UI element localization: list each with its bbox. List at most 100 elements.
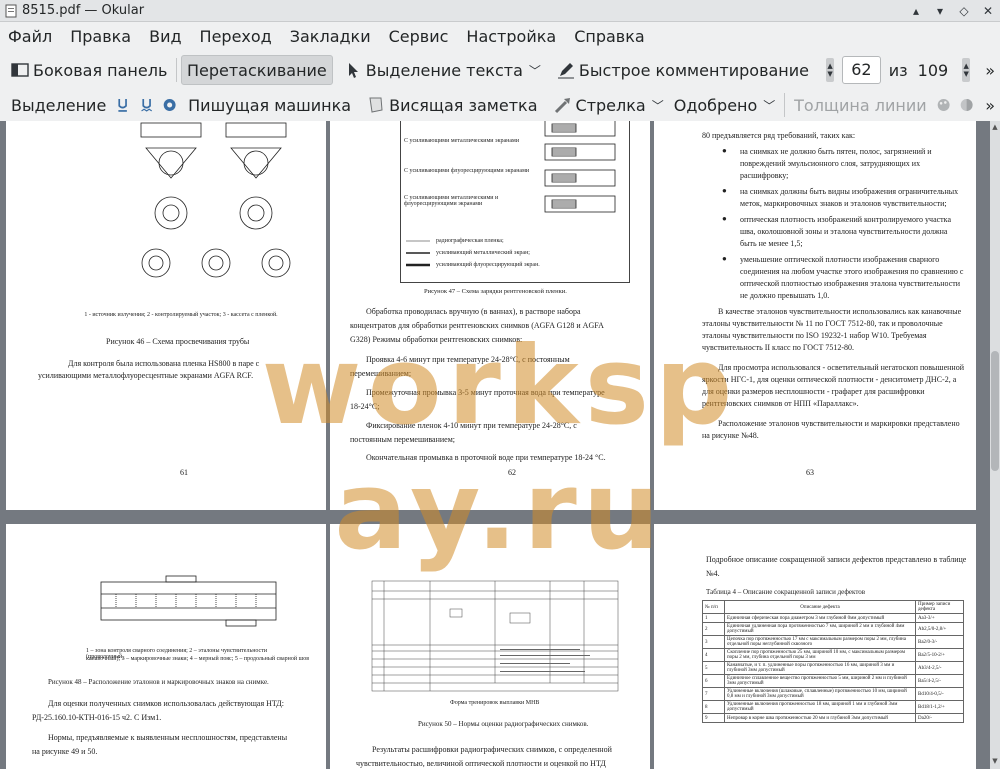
cursor-icon <box>348 63 358 78</box>
bullet-dot: ● <box>722 254 727 263</box>
bullet-dot: ● <box>722 186 727 195</box>
paragraph-line: Окончательная промывка в проточной воде … <box>366 453 606 462</box>
chevron-down-icon[interactable]: ﹀ <box>529 62 541 79</box>
paragraph-line: уменьшение оптической плотности изображе… <box>740 255 940 264</box>
sidebar-button-label: Боковая панель <box>33 60 168 80</box>
table-cell: 9 <box>702 713 725 723</box>
table-cell: Аа3-3/+ <box>915 613 964 623</box>
document-viewport[interactable]: 1 - источник излучения; 2 - контролируем… <box>0 121 1000 769</box>
table-cell: Цепочка пор протяженностью 17 мм с макси… <box>724 635 916 649</box>
quick-annotate-button[interactable]: Быстрое комментирование <box>552 55 814 85</box>
menu-edit[interactable]: Правка <box>64 27 137 46</box>
legend-film: радиографическая пленка; <box>436 238 504 244</box>
scroll-down-arrow-icon[interactable]: ▼ <box>991 757 999 767</box>
arrow-tool[interactable]: Стрелка ﹀ <box>549 90 669 120</box>
paragraph-line: рентгеновских снимков от НПП «Параллакс»… <box>702 399 859 408</box>
paragraph-line: Для контроля была использована пленка HS… <box>68 359 260 368</box>
line-width-control[interactable]: Толщина линии <box>789 90 932 120</box>
paragraph-line: не должно превышать 1,0. <box>740 291 830 300</box>
paragraph-line: 18-24°C; <box>350 402 380 411</box>
paragraph-line: меток, маркировочных знаков и эталонов ч… <box>740 199 947 208</box>
paragraph-line: Для просмотра использовался - осветитель… <box>718 363 964 372</box>
page-prev-spinner[interactable]: ▲ ▼ <box>826 58 835 82</box>
maximize-button[interactable]: ◇ <box>952 0 976 22</box>
more-tools-icon[interactable]: » <box>980 90 1000 120</box>
table-row: 9 Непровар в корне шва протяженностью 20 … <box>702 713 964 723</box>
menu-view[interactable]: Вид <box>143 27 187 46</box>
table-cell: 1 <box>702 613 725 623</box>
more-tools-icon[interactable]: » <box>980 55 1000 85</box>
paragraph-line: на снимках не должно быть пятен, полос, … <box>740 147 932 156</box>
menu-bookmarks[interactable]: Закладки <box>284 27 377 46</box>
text-select-label: Выделение текста <box>365 60 523 80</box>
figure-47-caption: Рисунок 47 – Схема зарядки рентгеновской… <box>424 288 567 295</box>
paragraph-line: Фиксирование пленок 4-10 минут при темпе… <box>366 421 577 430</box>
scroll-up-arrow-icon[interactable]: ▲ <box>991 123 999 133</box>
popup-note-label: Висящая заметка <box>389 95 538 115</box>
table-cell: Bd18/1-1,2/+ <box>915 700 964 714</box>
color-picker-icon[interactable] <box>936 96 951 114</box>
menu-go[interactable]: Переход <box>194 27 278 46</box>
main-toolbar: Боковая панель Перетаскивание Выделение … <box>0 52 1000 88</box>
chevron-down-icon[interactable]: ﹀ <box>763 97 775 114</box>
close-button[interactable]: ✕ <box>976 0 1000 22</box>
paragraph-line: Проявка 4-6 минут при температуре 24-28°… <box>366 355 570 364</box>
menu-tools[interactable]: Сервис <box>383 27 455 46</box>
table-cell: 5 <box>702 661 725 675</box>
toolbar-separator <box>176 58 177 82</box>
legend-both-screens: С усиливающими металлическими и флуоресц… <box>404 195 499 207</box>
table-row: 6 Единичное сплавленное вещество протяжен… <box>702 674 964 688</box>
legend-metal-screen: усиливающий металлический экран; <box>436 250 530 256</box>
typewriter-tool[interactable]: Пишущая машинка <box>183 90 356 120</box>
popup-note-tool[interactable]: Висящая заметка <box>362 90 542 120</box>
table-cell: Единичная удлиненная пора протяженностью… <box>724 622 916 636</box>
sidebar-button[interactable]: Боковая панель <box>6 55 172 85</box>
paragraph-line: 80 предъявляется ряд требований, таких к… <box>702 131 856 140</box>
highlight-tool[interactable]: Выделение <box>6 90 111 120</box>
page-next-spinner[interactable]: ▲ ▼ <box>962 58 971 82</box>
page-number-input[interactable]: 62 <box>842 56 881 84</box>
paragraph-line: шва, околошовной зоны и эталона чувствит… <box>740 227 948 236</box>
table-cell: Непровар в корне шва протяженностью 20 м… <box>724 713 916 723</box>
menu-file[interactable]: Файл <box>2 27 58 46</box>
quick-annotate-label: Быстрое комментирование <box>578 60 810 80</box>
minimize-button[interactable]: ▾ <box>928 0 952 22</box>
paragraph-line: постоянным перемешиванием; <box>350 435 456 444</box>
vertical-scrollbar[interactable]: ▲ ▼ <box>990 121 1000 769</box>
scrollbar-thumb[interactable] <box>991 351 999 471</box>
figure-50-caption: Рисунок 50 – Нормы оценки радиографическ… <box>418 720 589 728</box>
legend-metal-screens: С усиливающими металлическими экранами <box>404 138 520 144</box>
approved-label: Одобрено <box>673 95 758 115</box>
drag-mode-label: Перетаскивание <box>186 60 327 80</box>
paragraph-line: соединения на любом участке этого изобра… <box>740 267 964 276</box>
stamp-icon[interactable] <box>162 96 177 114</box>
figure-46-legend: 1 - источник излучения; 2 - контролируем… <box>84 312 278 318</box>
table-cell: Удлиненные включения (шлаковые, сплавлен… <box>724 687 916 701</box>
paragraph-line: эталоны чувствительности № 11 по ГОСТ 75… <box>702 319 943 328</box>
text-select-button[interactable]: Выделение текста ﹀ <box>339 55 546 85</box>
squiggly-icon[interactable] <box>139 96 154 114</box>
keep-above-icon[interactable]: ▴ <box>904 0 928 22</box>
bullet-dot: ● <box>722 146 727 155</box>
menu-settings[interactable]: Настройка <box>460 27 562 46</box>
page-total-label: 109 <box>917 60 949 80</box>
defect-codes-table: № п/п Описание дефекта Пример записи деф… <box>702 600 964 723</box>
paragraph-line: Промежуточная промывка 3-5 минут проточн… <box>366 388 605 397</box>
legend-fluor-screens: С усиливающими флуоресцирующими экранами <box>404 168 530 174</box>
legend-line-icons <box>406 240 430 267</box>
table-cell: Канавчатые, и т. п. удлиненные поры прот… <box>724 661 916 675</box>
paragraph-line: для оценки размеров несплошности - графа… <box>702 387 925 396</box>
drag-mode-button[interactable]: Перетаскивание <box>180 55 333 85</box>
figure-48-legend: канавочный); 3 – маркировочные знаки; 4 … <box>86 656 310 662</box>
opacity-icon[interactable] <box>959 96 974 114</box>
screen-icons-column <box>544 121 616 213</box>
paragraph-line: №4. <box>706 569 720 578</box>
table-header-cell: Описание дефекта <box>724 600 916 614</box>
menu-help[interactable]: Справка <box>568 27 651 46</box>
highlight-label: Выделение <box>11 95 107 115</box>
underline-icon[interactable] <box>115 96 130 114</box>
pen-icon <box>557 63 574 79</box>
toolbar-separator <box>784 93 786 117</box>
approved-stamp-tool[interactable]: Одобрено ﹀ <box>669 90 781 120</box>
chevron-down-icon[interactable]: ﹀ <box>652 97 664 114</box>
